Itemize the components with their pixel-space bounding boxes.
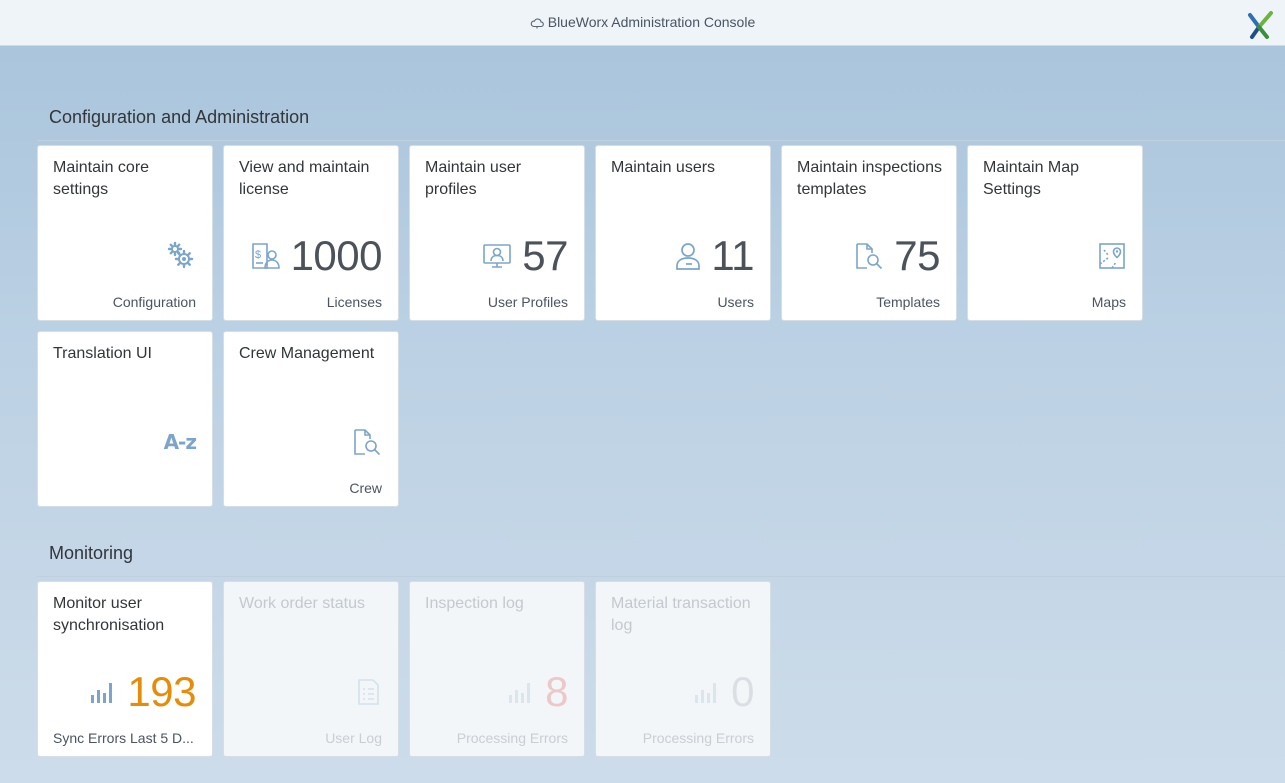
tile-core-settings[interactable]: Maintain core settings Configuration xyxy=(37,145,213,321)
tile-translation-ui[interactable]: Translation UI A-z xyxy=(37,331,213,507)
app-title: BlueWorx Administration Console xyxy=(0,14,1285,32)
tile-title: Translation UI xyxy=(53,345,152,362)
tile-footer: Users xyxy=(717,294,754,310)
document-search-icon xyxy=(854,241,884,271)
tile-title: Maintain core settings xyxy=(53,159,150,198)
tile-footer: Licenses xyxy=(326,294,382,310)
tile-material-transaction-log: Material transaction log 0 Processing Er… xyxy=(595,581,771,757)
tile-monitor-sync[interactable]: Monitor user synchronisation 193 Sync Er… xyxy=(37,581,213,757)
tile-license[interactable]: View and maintain license $ 1000 License… xyxy=(223,145,399,321)
tile-kpi: 75 xyxy=(854,234,940,278)
tile-kpi xyxy=(356,670,382,714)
tile-kpi: A-z xyxy=(163,420,197,464)
tile-footer: Maps xyxy=(1091,294,1126,310)
tile-kpi-value: 75 xyxy=(894,232,940,279)
tile-kpi: 11 xyxy=(675,234,754,278)
section-title-monitoring: Monitoring xyxy=(49,543,134,563)
tile-kpi: 8 xyxy=(507,670,568,714)
list-document-icon xyxy=(356,677,382,707)
tile-footer: User Log xyxy=(325,730,382,746)
tile-title: View and maintain license xyxy=(239,159,370,198)
tile-kpi-value: 193 xyxy=(127,668,196,715)
tile-kpi: 193 xyxy=(89,670,196,714)
tile-users[interactable]: Maintain users 11 Users xyxy=(595,145,771,321)
tile-kpi xyxy=(1098,234,1126,278)
tile-footer: Processing Errors xyxy=(642,730,754,746)
tile-kpi-value: 8 xyxy=(545,668,568,715)
tile-kpi xyxy=(352,420,382,464)
tile-kpi xyxy=(166,234,196,278)
bar-chart-icon xyxy=(89,679,117,705)
tile-footer: Sync Errors Last 5 D... xyxy=(53,730,194,746)
license-icon: $ xyxy=(251,242,281,270)
bar-chart-icon xyxy=(507,679,535,705)
tile-kpi-value: 1000 xyxy=(290,232,383,279)
cloud-icon xyxy=(530,16,544,32)
tile-kpi-value: 11 xyxy=(711,232,754,279)
section-divider xyxy=(37,576,1285,577)
tile-title: Maintain user profiles xyxy=(425,159,522,198)
user-profile-icon xyxy=(482,242,512,270)
tile-footer: User Profiles xyxy=(487,294,568,310)
tile-footer: Crew xyxy=(349,480,382,496)
tile-kpi-value: 57 xyxy=(522,232,568,279)
shell-bar: BlueWorx Administration Console xyxy=(0,0,1285,46)
tile-map-settings[interactable]: Maintain Map Settings Maps xyxy=(967,145,1143,321)
tile-footer: Templates xyxy=(876,294,940,310)
tile-title: Monitor user synchronisation xyxy=(53,595,165,634)
tile-inspection-log: Inspection log 8 Processing Errors xyxy=(409,581,585,757)
a-z-icon: A-z xyxy=(163,430,197,454)
app-title-text: BlueWorx Administration Console xyxy=(547,14,756,30)
bar-chart-icon xyxy=(693,679,721,705)
tile-footer: Processing Errors xyxy=(456,730,568,746)
tile-kpi-value: 0 xyxy=(731,668,754,715)
tile-templates[interactable]: Maintain inspections templates 75 Templa… xyxy=(781,145,957,321)
tile-kpi: 57 xyxy=(482,234,568,278)
tile-kpi: 0 xyxy=(693,670,754,714)
section-divider xyxy=(37,140,1285,141)
tile-title: Maintain inspections templates xyxy=(797,159,942,198)
tile-title: Crew Management xyxy=(239,345,375,362)
user-icon xyxy=(675,241,701,271)
tile-footer: Configuration xyxy=(112,294,196,310)
gears-icon xyxy=(166,241,196,271)
svg-text:$: $ xyxy=(255,249,261,261)
document-search-icon xyxy=(352,427,382,457)
map-icon xyxy=(1098,242,1126,270)
tile-work-order-status: Work order status User Log xyxy=(223,581,399,757)
tile-title: Maintain Map Settings xyxy=(983,159,1080,198)
tile-user-profiles[interactable]: Maintain user profiles 57 User Profiles xyxy=(409,145,585,321)
section-title-configuration: Configuration and Administration xyxy=(49,107,310,127)
tile-title: Material transaction log xyxy=(611,595,751,634)
tile-kpi: $ 1000 xyxy=(251,232,383,279)
tile-title: Work order status xyxy=(239,595,365,612)
tile-crew-management[interactable]: Crew Management Crew xyxy=(223,331,399,507)
tile-title: Inspection log xyxy=(425,595,524,612)
blueworx-logo[interactable] xyxy=(1247,10,1275,40)
tile-title: Maintain users xyxy=(611,159,716,176)
